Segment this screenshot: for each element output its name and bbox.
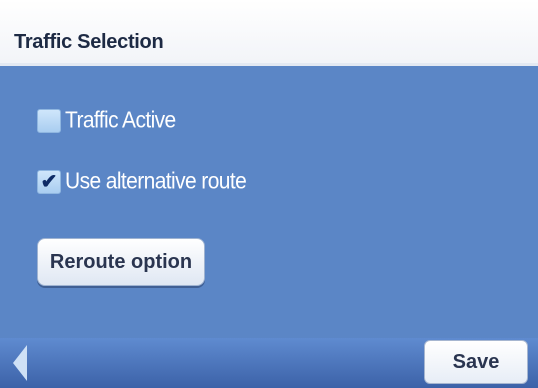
use-alternative-route-option[interactable]: ✔ Use alternative route — [37, 169, 247, 196]
options-panel: Traffic Active ✔ Use alternative route R… — [0, 66, 538, 338]
reroute-option-label: Reroute option — [49, 250, 193, 273]
checkmark-icon: ✔ — [40, 171, 58, 193]
header-bar: Traffic Selection — [0, 0, 538, 66]
back-button[interactable] — [0, 338, 40, 388]
back-arrow-icon — [13, 345, 27, 381]
traffic-selection-screen: Traffic Selection Traffic Active ✔ Use a… — [0, 0, 538, 388]
save-label: Save — [452, 350, 500, 373]
use-alternative-route-checkbox[interactable]: ✔ — [37, 170, 61, 194]
traffic-active-option[interactable]: Traffic Active — [37, 108, 176, 135]
traffic-active-checkbox[interactable] — [37, 109, 61, 133]
use-alternative-route-label[interactable]: Use alternative route — [65, 169, 247, 196]
reroute-option-button[interactable]: Reroute option — [37, 238, 205, 286]
traffic-active-label[interactable]: Traffic Active — [65, 108, 176, 135]
footer-bar: Save — [0, 338, 538, 388]
page-title: Traffic Selection — [14, 31, 164, 53]
save-button[interactable]: Save — [424, 340, 528, 384]
